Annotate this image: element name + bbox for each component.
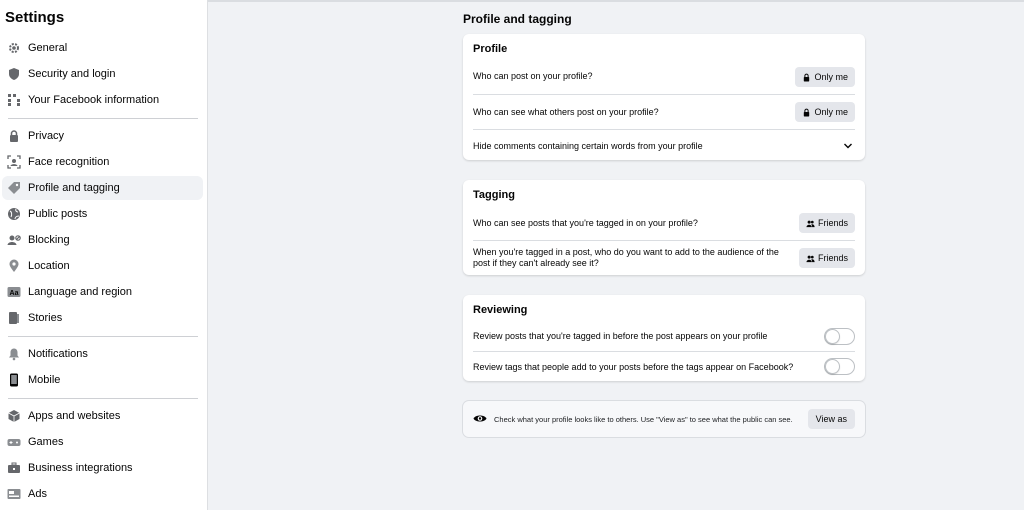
sidebar-item-ads[interactable]: Ads (2, 482, 203, 506)
tag-audience-button[interactable]: Friends (798, 248, 855, 268)
face-scan-icon (7, 155, 21, 169)
sidebar-item-public-posts[interactable]: Public posts (2, 202, 203, 226)
business-icon (7, 461, 21, 475)
block-user-icon (7, 233, 21, 247)
sidebar-title: Settings (5, 9, 65, 26)
location-pin-icon (7, 259, 21, 273)
sidebar-item-security[interactable]: Security and login (2, 62, 203, 86)
friends-icon (806, 255, 815, 262)
sidebar-item-label: Apps and websites (28, 410, 121, 422)
sidebar-item-label: Privacy (28, 130, 65, 142)
sidebar-item-label: Notifications (28, 348, 88, 360)
tagging-card: Tagging Who can see posts that you're ta… (463, 180, 865, 275)
sidebar-item-label: Language and region (28, 286, 132, 298)
row-divider (473, 240, 855, 241)
phone-icon (7, 373, 21, 387)
eye-icon (473, 415, 487, 422)
sidebar-item-privacy[interactable]: Privacy (2, 124, 203, 148)
reviewing-card: Reviewing Review posts that you're tagge… (463, 295, 865, 381)
sidebar-item-label: Location (28, 260, 70, 272)
audience-label: Friends (817, 218, 848, 228)
bell-icon (7, 347, 21, 361)
audience-label: Friends (817, 253, 848, 263)
view-as-description: Check what your profile looks like to ot… (494, 415, 793, 424)
chevron-down-icon[interactable] (843, 141, 853, 151)
sidebar-item-games[interactable]: Games (2, 430, 203, 454)
review-tags-label: Review tags that people add to your post… (473, 362, 794, 372)
sidebar-item-label: Security and login (28, 68, 116, 80)
reviewing-heading: Reviewing (473, 304, 528, 316)
gear-icon (7, 41, 21, 55)
toggle-knob (826, 360, 839, 373)
sidebar-item-business-integrations[interactable]: Business integrations (2, 456, 203, 480)
toggle-knob (826, 330, 839, 343)
sidebar-item-label: Games (28, 436, 64, 448)
row-divider (473, 94, 855, 95)
view-as-card: Check what your profile looks like to ot… (463, 401, 865, 437)
view-as-button[interactable]: View as (807, 409, 855, 429)
who-can-post-button[interactable]: Only me (795, 67, 855, 87)
tag-icon (7, 181, 21, 195)
sidebar-item-mobile[interactable]: Mobile (2, 368, 203, 392)
page-title: Profile and tagging (463, 12, 572, 26)
sidebar-item-stories[interactable]: Stories (2, 306, 203, 330)
who-can-see-others-button[interactable]: Only me (795, 102, 855, 122)
sidebar-item-label: Mobile (28, 374, 61, 386)
shield-icon (7, 67, 21, 81)
sidebar-item-label: Your Facebook information (28, 94, 160, 106)
audience-label: Only me (814, 72, 848, 82)
language-icon: Aa (7, 285, 21, 299)
sidebar-item-apps-websites[interactable]: Apps and websites (2, 404, 203, 428)
hide-comments-label[interactable]: Hide comments containing certain words f… (473, 141, 703, 152)
cube-icon (7, 409, 21, 423)
book-icon (7, 311, 21, 325)
profile-card: Profile Who can post on your profile? On… (463, 34, 865, 160)
sidebar-item-profile-tagging[interactable]: Profile and tagging (2, 176, 203, 200)
sidebar-item-label: Public posts (28, 208, 88, 220)
sidebar-item-facebook-info[interactable]: Your Facebook information (2, 88, 203, 112)
review-tags-toggle[interactable] (824, 358, 855, 375)
row-divider (473, 129, 855, 130)
sidebar-item-face-recognition[interactable]: Face recognition (2, 150, 203, 174)
who-can-see-others-label: Who can see what others post on your pro… (473, 107, 659, 117)
svg-text:Aa: Aa (10, 290, 19, 297)
settings-sidebar: Settings General Security and login Your… (0, 0, 208, 510)
sidebar-item-label: Ads (28, 488, 47, 500)
lock-icon (804, 73, 810, 82)
row-divider (473, 351, 855, 352)
sidebar-item-label: Face recognition (28, 156, 110, 168)
sidebar-item-notifications[interactable]: Notifications (2, 342, 203, 366)
review-posts-toggle[interactable] (824, 328, 855, 345)
sidebar-divider (8, 118, 198, 119)
sidebar-item-label: Business integrations (28, 462, 133, 474)
globe-icon (7, 207, 21, 221)
ads-icon (7, 487, 21, 501)
view-as-label: View as (815, 414, 847, 424)
sidebar-item-language[interactable]: Aa Language and region (2, 280, 203, 304)
sidebar-item-label: Profile and tagging (28, 182, 120, 194)
sidebar-item-general[interactable]: General (2, 36, 203, 60)
sidebar-divider (8, 336, 198, 337)
sidebar-item-label: General (28, 42, 68, 54)
sidebar-divider (8, 398, 198, 399)
tagged-posts-visibility-label: Who can see posts that you're tagged in … (473, 218, 698, 228)
friends-icon (806, 220, 815, 227)
review-posts-label: Review posts that you're tagged in befor… (473, 331, 768, 341)
sidebar-item-blocking[interactable]: Blocking (2, 228, 203, 252)
tagged-posts-visibility-button[interactable]: Friends (798, 213, 855, 233)
sidebar-item-label: Stories (28, 312, 63, 324)
lock-icon (7, 129, 21, 143)
who-can-post-label: Who can post on your profile? (473, 71, 593, 81)
audience-label: Only me (814, 107, 848, 117)
sidebar-item-label: Blocking (28, 234, 70, 246)
gamepad-icon (7, 435, 21, 449)
grid-icon (7, 93, 21, 107)
lock-icon (804, 108, 810, 117)
profile-heading: Profile (473, 43, 508, 55)
sidebar-item-location[interactable]: Location (2, 254, 203, 278)
tagging-heading: Tagging (473, 189, 515, 201)
tag-audience-label: When you're tagged in a post, who do you… (473, 247, 779, 268)
